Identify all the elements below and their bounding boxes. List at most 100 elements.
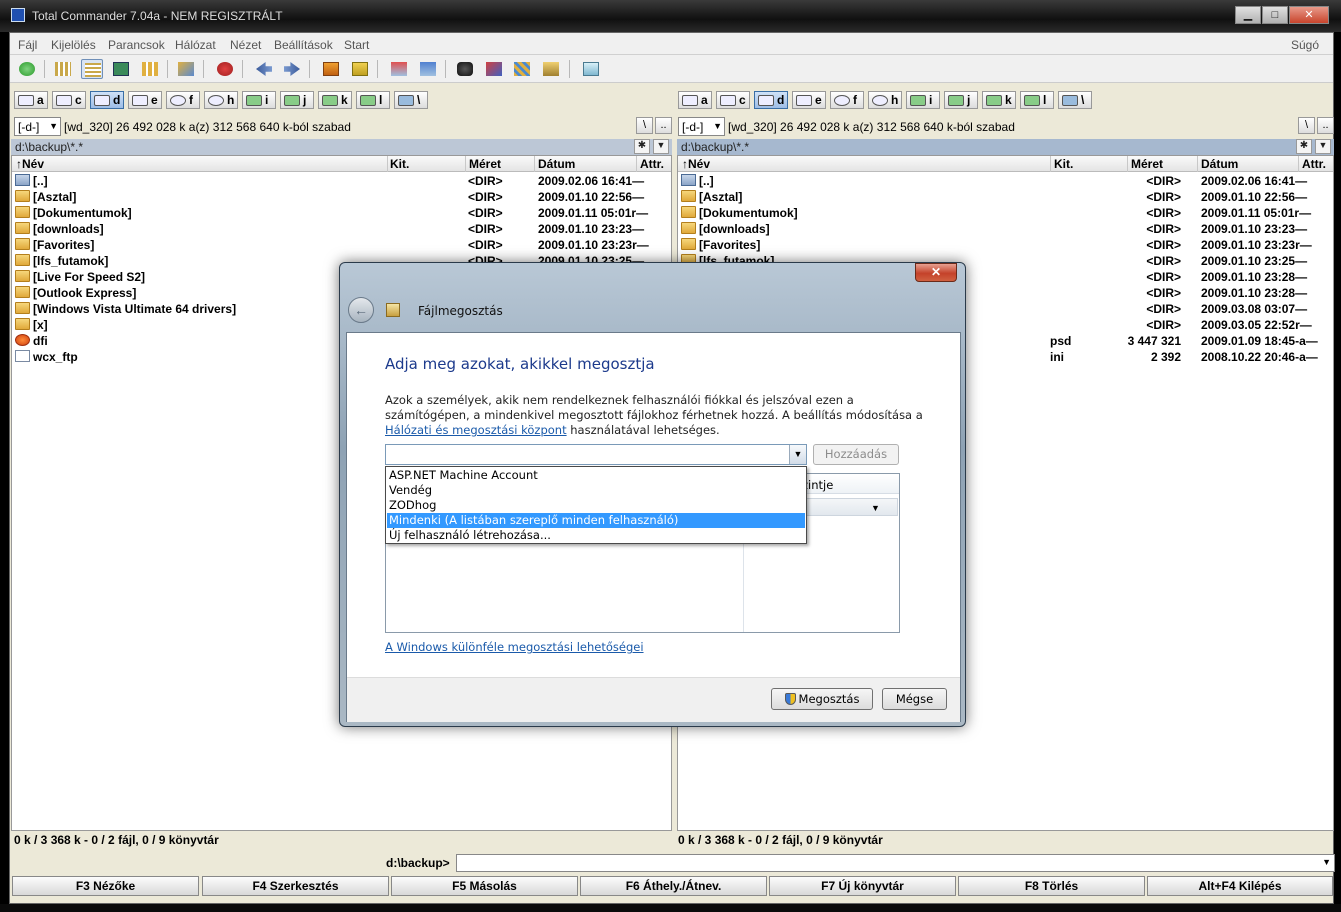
multi-rename-button[interactable]	[483, 59, 505, 79]
maximize-button[interactable]: □	[1262, 6, 1288, 24]
root-button[interactable]: \	[636, 117, 653, 134]
drive-f-button[interactable]: f	[830, 91, 864, 109]
file-row[interactable]: [Favorites] <DIR> 2009.01.10 23:23r—	[12, 237, 671, 253]
file-row[interactable]: [downloads] <DIR> 2009.01.10 23:23—	[678, 221, 1333, 237]
menu-beallitasok[interactable]: Beállítások	[274, 38, 333, 52]
file-row[interactable]: [Dokumentumok] <DIR> 2009.01.11 05:01r—	[678, 205, 1333, 221]
file-row[interactable]: [Favorites] <DIR> 2009.01.10 23:23r—	[678, 237, 1333, 253]
col-name[interactable]: ↑Név	[682, 157, 710, 171]
dropdown-option[interactable]: Új felhasználó létrehozása...	[387, 528, 805, 543]
col-ext[interactable]: Kit.	[1054, 157, 1073, 171]
drive-j-button[interactable]: j	[944, 91, 978, 109]
brief-view-button[interactable]	[52, 59, 74, 79]
menu-start[interactable]: Start	[344, 38, 369, 52]
close-button[interactable]: ✕	[1289, 6, 1329, 24]
left-path-bar[interactable]: d:\backup\*.* ✱ ▼	[11, 139, 672, 155]
menu-parancsok[interactable]: Parancsok	[108, 38, 165, 52]
minimize-button[interactable]: ▁	[1235, 6, 1261, 24]
ftp-connect-button[interactable]	[388, 59, 410, 79]
f3-view-button[interactable]: F3 Nézőke	[12, 876, 199, 896]
menu-halozat[interactable]: Hálózat	[175, 38, 216, 52]
parent-dir-button[interactable]: ..	[655, 117, 672, 134]
right-path-bar[interactable]: d:\backup\*.* ✱ ▼	[677, 139, 1334, 155]
url-connect-button[interactable]	[417, 59, 439, 79]
drive-e-button[interactable]: e	[792, 91, 826, 109]
col-size[interactable]: Méret	[469, 157, 501, 171]
star-icon[interactable]: ✱	[634, 139, 650, 154]
dropdown-option[interactable]: Vendég	[387, 483, 805, 498]
drive-d-button[interactable]: d	[90, 91, 124, 109]
left-drive-combo[interactable]: [-d-] ▼	[14, 117, 61, 136]
star-icon[interactable]: ✱	[1296, 139, 1312, 154]
col-name[interactable]: ↑Név	[16, 157, 44, 171]
back-arrow-icon[interactable]: ←	[348, 297, 374, 323]
user-select-combo[interactable]: ▼	[385, 444, 807, 465]
drive-k-button[interactable]: k	[982, 91, 1016, 109]
f6-move-button[interactable]: F6 Áthely./Átnev.	[580, 876, 767, 896]
share-button[interactable]: Megosztás	[771, 688, 873, 710]
col-date[interactable]: Dátum	[1201, 157, 1238, 171]
root-button[interactable]: \	[1298, 117, 1315, 134]
file-row[interactable]: [..] <DIR> 2009.02.06 16:41—	[678, 173, 1333, 189]
select-button[interactable]	[214, 59, 236, 79]
file-row[interactable]: [Dokumentumok] <DIR> 2009.01.11 05:01r—	[12, 205, 671, 221]
thumbnail-view-button[interactable]	[110, 59, 132, 79]
col-size[interactable]: Méret	[1131, 157, 1163, 171]
drive-d-button[interactable]: d	[754, 91, 788, 109]
col-attr[interactable]: Attr.	[1302, 157, 1326, 171]
menu-kijeloles[interactable]: Kijelölés	[51, 38, 96, 52]
command-input[interactable]: ▼	[456, 854, 1335, 872]
col-attr[interactable]: Attr.	[640, 157, 664, 171]
file-row[interactable]: [Asztal] <DIR> 2009.01.10 22:56—	[12, 189, 671, 205]
chevron-down-icon[interactable]: ▼	[1322, 857, 1331, 867]
col-ext[interactable]: Kit.	[390, 157, 409, 171]
unpack-button[interactable]	[349, 59, 371, 79]
drive-c-button[interactable]: c	[52, 91, 86, 109]
drive-h-button[interactable]: h	[868, 91, 902, 109]
dropdown-option-highlighted[interactable]: Mindenki (A listában szereplő minden fel…	[387, 513, 805, 528]
col-date[interactable]: Dátum	[538, 157, 575, 171]
refresh-button[interactable]	[16, 59, 38, 79]
drive-e-button[interactable]: e	[128, 91, 162, 109]
drive-f-button[interactable]: f	[166, 91, 200, 109]
menu-fajl[interactable]: Fájl	[18, 38, 37, 52]
sync-dirs-button[interactable]	[511, 59, 533, 79]
f8-delete-button[interactable]: F8 Törlés	[958, 876, 1145, 896]
f5-copy-button[interactable]: F5 Másolás	[391, 876, 578, 896]
cancel-button[interactable]: Mégse	[882, 688, 947, 710]
history-dropdown-icon[interactable]: ▼	[653, 139, 669, 154]
notepad-button[interactable]	[580, 59, 602, 79]
drive-l-button[interactable]: l	[1020, 91, 1054, 109]
chevron-down-icon[interactable]: ▼	[789, 445, 806, 464]
find-files-button[interactable]	[454, 59, 476, 79]
dropdown-option[interactable]: ASP.NET Machine Account	[387, 468, 805, 483]
permission-level-dropdown[interactable]: ▼	[806, 498, 898, 516]
history-dropdown-icon[interactable]: ▼	[1315, 139, 1331, 154]
file-row[interactable]: [downloads] <DIR> 2009.01.10 23:23—	[12, 221, 671, 237]
full-view-button[interactable]	[81, 59, 103, 79]
drive-j-button[interactable]: j	[280, 91, 314, 109]
drive-c-button[interactable]: c	[716, 91, 750, 109]
forward-button[interactable]	[281, 59, 303, 79]
file-row[interactable]: [Asztal] <DIR> 2009.01.10 22:56—	[678, 189, 1333, 205]
drive-l-button[interactable]: l	[356, 91, 390, 109]
dropdown-option[interactable]: ZODhog	[387, 498, 805, 513]
drive-h-button[interactable]: h	[204, 91, 238, 109]
f7-mkdir-button[interactable]: F7 Új könyvtár	[769, 876, 956, 896]
drive-i-button[interactable]: i	[906, 91, 940, 109]
f4-edit-button[interactable]: F4 Szerkesztés	[202, 876, 389, 896]
drive-i-button[interactable]: i	[242, 91, 276, 109]
back-button[interactable]	[253, 59, 275, 79]
menu-help[interactable]: Súgó	[1291, 38, 1319, 52]
add-button[interactable]: Hozzáadás	[813, 444, 899, 465]
sharing-options-link[interactable]: A Windows különféle megosztási lehetőség…	[385, 640, 644, 654]
network-button[interactable]: \	[394, 91, 428, 109]
network-button[interactable]: \	[1058, 91, 1092, 109]
drive-a-button[interactable]: a	[678, 91, 712, 109]
right-drive-combo[interactable]: [-d-] ▼	[678, 117, 725, 136]
drive-a-button[interactable]: a	[14, 91, 48, 109]
parent-dir-button[interactable]: ..	[1317, 117, 1334, 134]
network-center-link[interactable]: Hálózati és megosztási központ	[385, 423, 567, 437]
compare-button[interactable]	[540, 59, 562, 79]
dialog-close-button[interactable]: ✕	[915, 263, 957, 282]
